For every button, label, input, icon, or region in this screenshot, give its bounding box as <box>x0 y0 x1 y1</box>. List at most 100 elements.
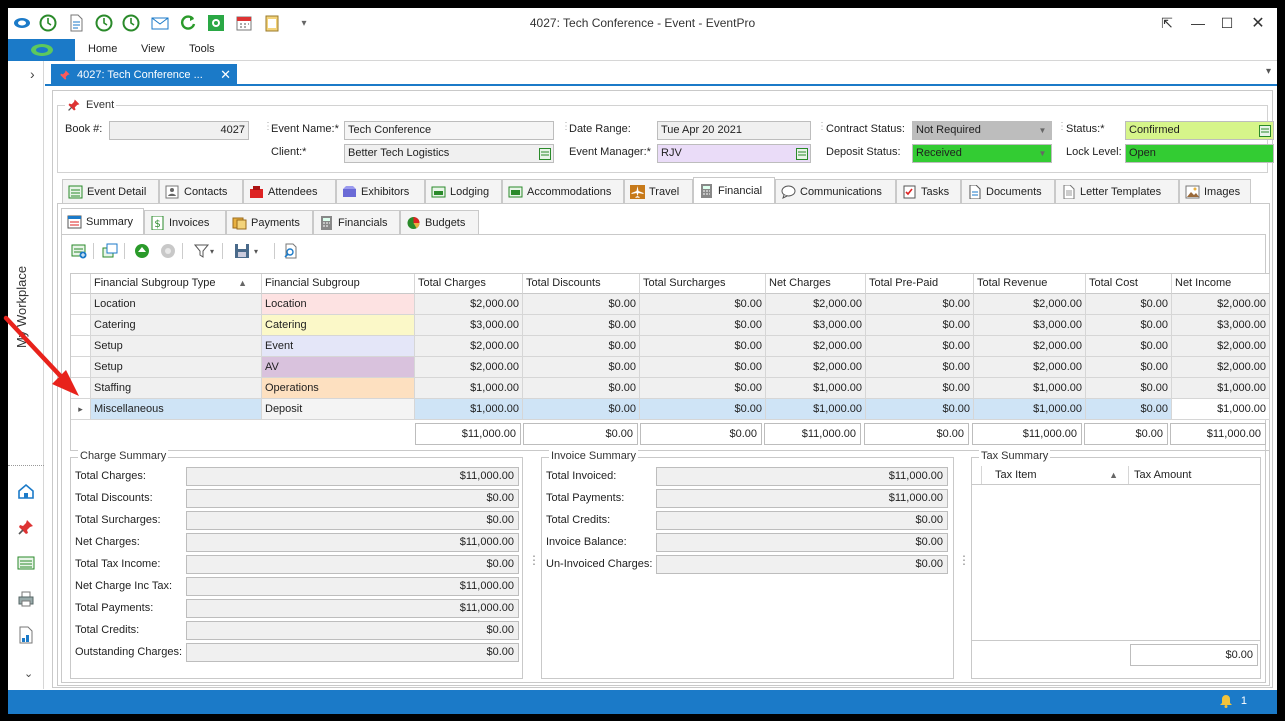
cell-subgroup-type[interactable]: Location <box>91 294 262 315</box>
table-row[interactable]: Setup AV $2,000.00 $0.00 $0.00 $2,000.00 $0.00… <box>71 357 1270 378</box>
filter-dropdown-icon[interactable]: ▾ <box>190 241 218 261</box>
cell-value[interactable]: $0.00 <box>640 399 766 420</box>
cell-value[interactable]: $2,000.00 <box>415 357 523 378</box>
cell-value[interactable]: $1,000.00 <box>974 378 1086 399</box>
column-header-total-cost[interactable]: Total Cost <box>1086 274 1172 294</box>
close-icon[interactable]: ✕ <box>220 67 231 83</box>
cell-subgroup-type[interactable]: Miscellaneous <box>91 399 262 420</box>
cell-subgroup[interactable]: AV <box>262 357 415 378</box>
home-icon[interactable] <box>17 482 35 500</box>
report-preview-icon[interactable] <box>281 241 301 261</box>
cell-value[interactable]: $0.00 <box>523 336 640 357</box>
cell-value[interactable]: $3,000.00 <box>974 315 1086 336</box>
cell-value[interactable]: $2,000.00 <box>1172 357 1270 378</box>
cell-subgroup[interactable]: Deposit <box>262 399 415 420</box>
cell-value[interactable]: $0.00 <box>866 357 974 378</box>
column-header-net-income[interactable]: Net Income <box>1172 274 1270 294</box>
column-header-total-revenue[interactable]: Total Revenue <box>974 274 1086 294</box>
cell-value[interactable]: $1,000.00 <box>1172 399 1270 420</box>
table-row[interactable]: ▸ Miscellaneous Deposit $1,000.00 $0.00 $0.00… <box>71 399 1270 420</box>
table-row[interactable]: Catering Catering $3,000.00 $0.00 $0.00 $3,00… <box>71 315 1270 336</box>
list-icon[interactable] <box>17 554 35 572</box>
cell-value[interactable]: $0.00 <box>523 378 640 399</box>
cell-value[interactable]: $0.00 <box>866 294 974 315</box>
cell-subgroup-type[interactable]: Catering <box>91 315 262 336</box>
column-header-financial-subgroup-type[interactable]: Financial Subgroup Type ▲ <box>91 274 262 294</box>
table-row[interactable]: Location Location $2,000.00 $0.00 $0.00 $2,00… <box>71 294 1270 315</box>
chevron-down-icon[interactable]: ▼ <box>1035 123 1050 138</box>
tab-financial[interactable]: Financial <box>693 177 775 203</box>
tab-lodging[interactable]: Lodging <box>425 179 502 203</box>
column-header-total-discounts[interactable]: Total Discounts <box>523 274 640 294</box>
cell-value[interactable]: $2,000.00 <box>766 357 866 378</box>
cell-value[interactable]: $2,000.00 <box>974 336 1086 357</box>
column-header-total-charges[interactable]: Total Charges <box>415 274 523 294</box>
chevron-down-icon[interactable]: ▼ <box>1035 146 1050 161</box>
my-workplace-label[interactable]: My Workplace <box>14 237 34 377</box>
minimize-icon[interactable]: — <box>1186 12 1210 34</box>
close-icon[interactable]: ✕ <box>1246 12 1270 34</box>
lookup-icon[interactable] <box>537 146 552 161</box>
cell-value[interactable]: $0.00 <box>640 294 766 315</box>
tab-images[interactable]: Images <box>1179 179 1251 203</box>
open-window-icon[interactable] <box>100 241 120 261</box>
splitter-grip[interactable]: ⋮ <box>958 553 970 567</box>
lock-level-field[interactable]: Open <box>1125 144 1274 163</box>
event-name-field[interactable]: Tech Conference <box>344 121 554 140</box>
cell-subgroup[interactable]: Operations <box>262 378 415 399</box>
save-dropdown-icon[interactable]: ▾ <box>230 241 262 261</box>
tab-letter-templates[interactable]: Letter Templates <box>1055 179 1179 203</box>
tax-amount-column-header[interactable]: Tax Amount <box>1130 466 1260 484</box>
cell-value[interactable]: $1,000.00 <box>415 399 523 420</box>
lookup-icon[interactable] <box>1257 123 1272 138</box>
subtab-budgets[interactable]: Budgets <box>400 210 479 234</box>
contract-status-field[interactable]: Not Required ▼ <box>912 121 1052 140</box>
restore-up-icon[interactable]: ⇱ <box>1155 12 1179 34</box>
tab-contacts[interactable]: Contacts <box>159 179 243 203</box>
cell-value[interactable]: $0.00 <box>1086 315 1172 336</box>
ribbon-tab-tools[interactable]: Tools <box>189 43 215 55</box>
cell-value[interactable]: $0.00 <box>1086 336 1172 357</box>
cell-value[interactable]: $1,000.00 <box>974 399 1086 420</box>
printer-icon[interactable] <box>17 590 35 608</box>
tab-exhibitors[interactable]: Exhibitors <box>336 179 425 203</box>
cell-subgroup-type[interactable]: Setup <box>91 357 262 378</box>
cell-value[interactable]: $1,000.00 <box>1172 378 1270 399</box>
cell-value[interactable]: $0.00 <box>640 315 766 336</box>
lookup-icon[interactable] <box>794 146 809 161</box>
cell-value[interactable]: $0.00 <box>523 315 640 336</box>
cell-value[interactable]: $0.00 <box>640 357 766 378</box>
book-number-field[interactable]: 4027 <box>109 121 249 140</box>
cell-value[interactable]: $1,000.00 <box>766 378 866 399</box>
cell-value[interactable]: $2,000.00 <box>1172 336 1270 357</box>
cell-value[interactable]: $0.00 <box>866 399 974 420</box>
tab-event-detail[interactable]: Event Detail <box>62 179 159 203</box>
cell-value[interactable]: $0.00 <box>1086 399 1172 420</box>
add-row-icon[interactable] <box>69 241 89 261</box>
cell-value[interactable]: $0.00 <box>866 378 974 399</box>
event-manager-field[interactable]: RJV <box>657 144 811 163</box>
client-field[interactable]: Better Tech Logistics <box>344 144 554 163</box>
tab-list-dropdown-icon[interactable]: ▾ <box>1266 66 1271 77</box>
cell-subgroup[interactable]: Location <box>262 294 415 315</box>
tab-travel[interactable]: Travel <box>624 179 693 203</box>
doc-tab-event[interactable]: 4027: Tech Conference ... ✕ <box>51 64 237 86</box>
column-header-total-pre-paid[interactable]: Total Pre-Paid <box>866 274 974 294</box>
cell-value[interactable]: $2,000.00 <box>766 336 866 357</box>
cell-value[interactable]: $2,000.00 <box>415 294 523 315</box>
maximize-icon[interactable]: ☐ <box>1215 12 1239 34</box>
cell-value[interactable]: $0.00 <box>523 294 640 315</box>
status-field[interactable]: Confirmed <box>1125 121 1274 140</box>
cell-value[interactable]: $2,000.00 <box>415 336 523 357</box>
subtab-financials[interactable]: Financials <box>313 210 400 234</box>
tax-item-column-header[interactable]: Tax Item ▲ <box>983 466 1129 484</box>
cell-value[interactable]: $2,000.00 <box>974 294 1086 315</box>
cell-value[interactable]: $2,000.00 <box>766 294 866 315</box>
cell-value[interactable]: $0.00 <box>866 336 974 357</box>
date-range-field[interactable]: Tue Apr 20 2021 <box>657 121 811 140</box>
subtab-invoices[interactable]: $ Invoices <box>144 210 226 234</box>
cell-value[interactable]: $3,000.00 <box>415 315 523 336</box>
move-down-icon[interactable] <box>158 241 178 261</box>
cell-subgroup-type[interactable]: Setup <box>91 336 262 357</box>
cell-value[interactable]: $0.00 <box>640 336 766 357</box>
